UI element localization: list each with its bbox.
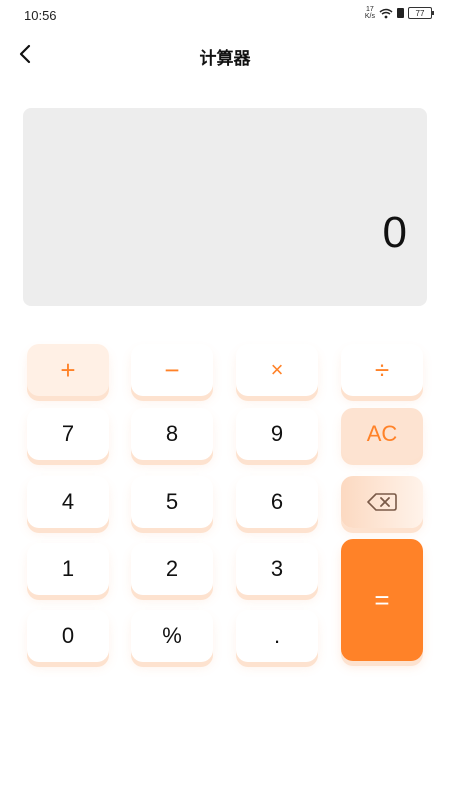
header: 计算器	[0, 32, 450, 76]
status-icons: 17 K/s 77	[365, 6, 434, 20]
backspace-button[interactable]	[341, 476, 423, 528]
battery-icon: 77	[408, 7, 434, 19]
digit-6-button[interactable]: 6	[236, 476, 318, 528]
divide-button[interactable]: ÷	[341, 344, 423, 396]
status-bar: 10:56 17 K/s 77	[0, 0, 450, 30]
page-title: 计算器	[199, 49, 251, 68]
status-time: 10:56	[24, 8, 57, 23]
multiply-button[interactable]: ×	[236, 344, 318, 396]
network-speed: 17 K/s	[365, 6, 375, 20]
calculator-display: 0	[23, 108, 427, 306]
digit-3-button[interactable]: 3	[236, 543, 318, 595]
digit-0-button[interactable]: 0	[27, 610, 109, 662]
network-speed-value: 17	[366, 6, 374, 13]
digit-2-button[interactable]: 2	[131, 543, 213, 595]
digit-1-button[interactable]: 1	[27, 543, 109, 595]
battery-level: 77	[415, 8, 425, 18]
plus-button[interactable]: +	[27, 344, 109, 396]
sim-card-icon	[397, 8, 404, 18]
network-speed-unit: K/s	[364, 13, 375, 20]
digit-9-button[interactable]: 9	[236, 408, 318, 460]
digit-5-button[interactable]: 5	[131, 476, 213, 528]
decimal-point-button[interactable]: .	[236, 610, 318, 662]
minus-button[interactable]: −	[131, 344, 213, 396]
backspace-icon	[367, 493, 397, 511]
all-clear-button[interactable]: AC	[341, 408, 423, 460]
digit-8-button[interactable]: 8	[131, 408, 213, 460]
digit-4-button[interactable]: 4	[27, 476, 109, 528]
display-value: 0	[382, 208, 407, 257]
percent-button[interactable]: %	[131, 610, 213, 662]
digit-7-button[interactable]: 7	[27, 408, 109, 460]
wifi-icon	[379, 8, 393, 18]
equals-button[interactable]: =	[341, 539, 423, 661]
